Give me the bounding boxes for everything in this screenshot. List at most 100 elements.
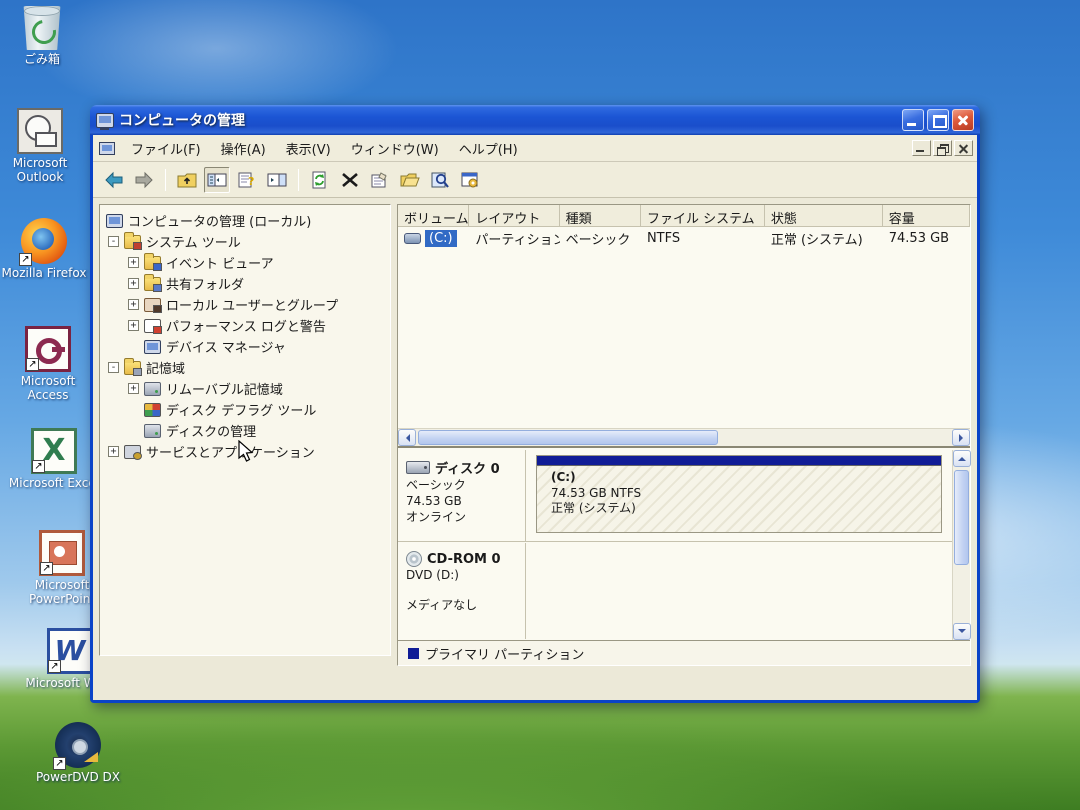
partition-status: 正常 (システム) (551, 501, 641, 517)
mdi-child-icon (99, 142, 115, 155)
disk0-row: ディスク 0 ベーシック 74.53 GB オンライン (C:) 74.53 G… (398, 450, 952, 542)
refresh-button[interactable] (307, 167, 333, 193)
tree-item-shared-folders[interactable]: + 共有フォルダ (102, 273, 388, 294)
volume-filesystem: NTFS (641, 229, 765, 248)
desktop-icon-powerdvd[interactable]: ↗ PowerDVD DX (30, 722, 126, 785)
scroll-up-button[interactable] (953, 450, 971, 467)
desktop-icon-excel[interactable]: ↗ Microsoft Excel (6, 428, 102, 491)
search-button[interactable] (427, 167, 453, 193)
menu-view[interactable]: 表示(V) (276, 135, 341, 162)
desktop-icon-outlook[interactable]: Microsoft Outlook (0, 108, 88, 185)
show-hide-console-tree-button[interactable] (204, 167, 230, 193)
volume-row-c[interactable]: (C:) パーティション ベーシック NTFS 正常 (システム) 74.53 … (398, 227, 970, 250)
shortcut-arrow-icon: ↗ (19, 253, 32, 266)
arrow-right-icon (959, 434, 967, 442)
vertical-scrollbar[interactable] (952, 450, 970, 640)
horizontal-scrollbar[interactable] (398, 428, 970, 446)
toolbar-separator (165, 169, 166, 191)
expand-box[interactable]: + (128, 257, 139, 268)
collapse-box[interactable]: - (108, 362, 119, 373)
expand-box[interactable]: + (128, 383, 139, 394)
expand-box[interactable]: + (128, 299, 139, 310)
partition-label: (C:) (551, 470, 641, 486)
partition-c[interactable]: (C:) 74.53 GB NTFS 正常 (システム) (536, 455, 942, 533)
computer-icon (106, 214, 123, 228)
titlebar[interactable]: コンピュータの管理 (90, 105, 980, 135)
disk-graphical-pane: ディスク 0 ベーシック 74.53 GB オンライン (C:) 74.53 G… (398, 450, 970, 640)
collapse-box[interactable]: - (108, 236, 119, 247)
forward-button[interactable] (131, 167, 157, 193)
mdi-minimize-button[interactable] (912, 140, 931, 156)
tree-item-disk-management[interactable]: ディスクの管理 (102, 420, 388, 441)
shortcut-arrow-icon: ↗ (53, 757, 66, 770)
legend-label: プライマリ パーティション (425, 644, 584, 663)
back-icon (104, 170, 124, 190)
column-header-filesystem[interactable]: ファイル システム (641, 205, 765, 226)
menu-file[interactable]: ファイル(F) (121, 135, 211, 162)
scroll-down-button[interactable] (953, 623, 971, 640)
up-folder-icon (177, 170, 197, 190)
disk0-info[interactable]: ディスク 0 ベーシック 74.53 GB オンライン (398, 450, 526, 541)
desktop-icon-access[interactable]: ↗ Microsoft Access (0, 326, 96, 403)
desktop: ごみ箱 Microsoft Outlook ↗ Mozilla Firefox … (0, 0, 1080, 810)
performance-logs-icon (144, 319, 161, 333)
expand-box[interactable]: + (128, 278, 139, 289)
icon-label: Microsoft Outlook (0, 157, 88, 185)
tree-item-removable-storage[interactable]: + リムーバブル記憶域 (102, 378, 388, 399)
up-one-level-button[interactable] (174, 167, 200, 193)
vertical-scroll-thumb[interactable] (954, 470, 969, 565)
volume-layout: パーティション (469, 227, 559, 250)
tree-item-device-manager[interactable]: デバイス マネージャ (102, 336, 388, 357)
shortcut-arrow-icon: ↗ (40, 562, 53, 575)
menu-window[interactable]: ウィンドウ(W) (341, 135, 449, 162)
menu-help[interactable]: ヘルプ(H) (449, 135, 528, 162)
tree-item-local-users-groups[interactable]: + ローカル ユーザーとグループ (102, 294, 388, 315)
mdi-restore-button[interactable] (933, 140, 952, 156)
excel-icon: ↗ (31, 428, 77, 474)
horizontal-scroll-thumb[interactable] (418, 430, 718, 445)
open-folder-button[interactable] (397, 167, 423, 193)
powerdvd-icon: ↗ (55, 722, 101, 768)
close-button[interactable] (952, 109, 974, 131)
column-header-status[interactable]: 状態 (765, 205, 883, 226)
properties-button[interactable] (367, 167, 393, 193)
details-panel: ボリューム レイアウト 種類 ファイル システム 状態 容量 (C:) パーティ… (397, 204, 971, 666)
outlook-icon (17, 108, 63, 154)
tree-item-system-tools[interactable]: - システム ツール (102, 231, 388, 252)
cdrom0-row: CD-ROM 0 DVD (D:) メディアなし (398, 543, 952, 639)
expand-box[interactable]: + (128, 320, 139, 331)
svg-text:?: ? (248, 175, 254, 188)
show-hide-console-tree-icon (207, 170, 227, 190)
column-header-capacity[interactable]: 容量 (883, 205, 970, 226)
tree-item-storage[interactable]: - 記憶域 (102, 357, 388, 378)
desktop-icon-recycle-bin[interactable]: ごみ箱 (0, 6, 90, 67)
services-applications-icon (124, 445, 141, 459)
delete-button[interactable] (337, 167, 363, 193)
tree-item-disk-defrag[interactable]: ディスク デフラグ ツール (102, 399, 388, 420)
help-button[interactable] (457, 167, 483, 193)
desktop-icon-firefox[interactable]: ↗ Mozilla Firefox (0, 218, 92, 281)
cdrom0-status: メディアなし (406, 597, 519, 613)
cdrom0-info[interactable]: CD-ROM 0 DVD (D:) メディアなし (398, 543, 526, 639)
tree-item-performance-logs[interactable]: + パフォーマンス ログと警告 (102, 315, 388, 336)
properties-help-icon: ? (237, 170, 257, 190)
column-header-layout[interactable]: レイアウト (469, 205, 559, 226)
column-header-type[interactable]: 種類 (560, 205, 641, 226)
mdi-close-button[interactable] (954, 140, 973, 156)
back-button[interactable] (101, 167, 127, 193)
show-action-pane-button[interactable] (264, 167, 290, 193)
minimize-button[interactable] (902, 109, 924, 131)
expand-box[interactable]: + (108, 446, 119, 457)
properties-help-button[interactable]: ? (234, 167, 260, 193)
scroll-right-button[interactable] (952, 429, 970, 446)
maximize-button[interactable] (927, 109, 949, 131)
tree-item-event-viewer[interactable]: + イベント ビューア (102, 252, 388, 273)
column-header-volume[interactable]: ボリューム (398, 205, 469, 226)
tree-item-computer-management-root[interactable]: コンピュータの管理 (ローカル) (102, 210, 388, 231)
primary-partition-color-swatch (408, 648, 419, 659)
icon-label: Microsoft Access (0, 375, 96, 403)
show-action-pane-icon (267, 170, 287, 190)
menu-action[interactable]: 操作(A) (211, 135, 276, 162)
mouse-cursor (238, 440, 255, 464)
scroll-left-button[interactable] (398, 429, 416, 446)
